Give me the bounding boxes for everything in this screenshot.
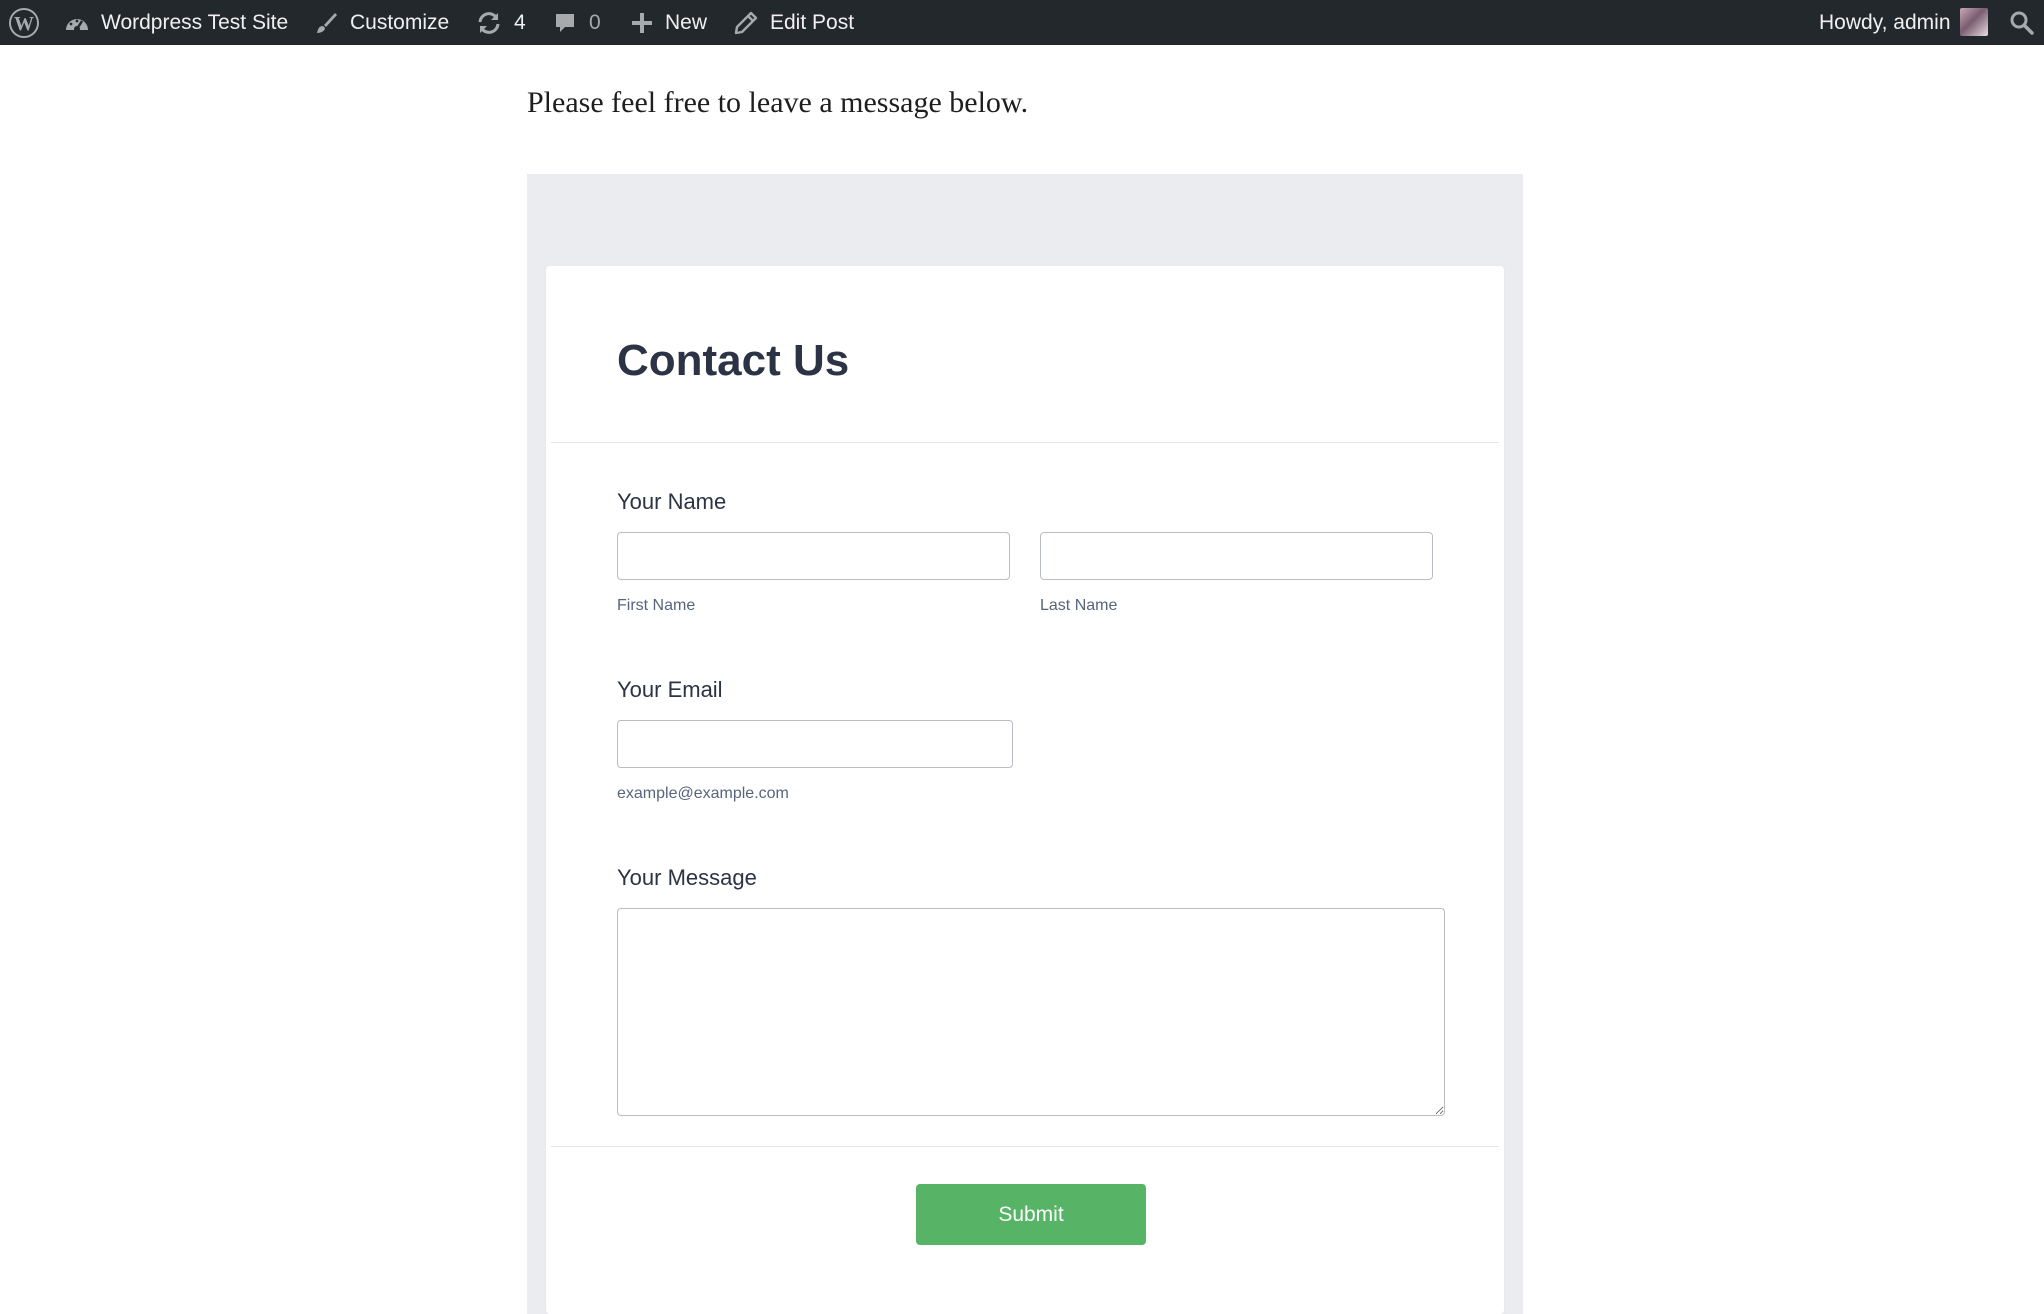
footer-divider: [551, 1146, 1499, 1147]
wordpress-logo-icon[interactable]: W: [8, 0, 40, 45]
first-name-sublabel: First Name: [617, 597, 696, 614]
customize-link[interactable]: Customize: [313, 0, 449, 45]
header-divider: [551, 442, 1499, 443]
updates-link[interactable]: 4: [476, 0, 526, 45]
message-textarea[interactable]: [617, 908, 1445, 1116]
brush-icon: [313, 10, 339, 36]
my-account-link[interactable]: Howdy, admin: [1819, 0, 1951, 45]
email-input[interactable]: [617, 720, 1013, 768]
form-title: Contact Us: [617, 336, 850, 385]
site-name-label: Wordpress Test Site: [101, 10, 289, 34]
refresh-icon: [476, 11, 502, 35]
comment-icon: [553, 11, 577, 35]
name-label: Your Name: [617, 489, 727, 514]
dashboard-icon: [64, 12, 90, 34]
submit-button[interactable]: Submit: [916, 1184, 1146, 1245]
customize-label: Customize: [350, 10, 450, 34]
email-label: Your Email: [617, 677, 723, 702]
email-sublabel: example@example.com: [617, 785, 789, 802]
comments-count: 0: [589, 10, 601, 34]
edit-post-link[interactable]: Edit Post: [734, 0, 854, 45]
updates-count: 4: [514, 10, 526, 34]
pencil-icon: [734, 11, 758, 35]
last-name-input[interactable]: [1040, 532, 1433, 580]
site-name-link[interactable]: Wordpress Test Site: [64, 0, 288, 45]
contact-form: Contact Us Your Name First Name Last Nam…: [546, 266, 1504, 1314]
admin-bar: W Wordpress Test Site Customize 4 0 New …: [0, 0, 2044, 45]
search-icon[interactable]: [2009, 0, 2035, 45]
intro-text: Please feel free to leave a message belo…: [527, 86, 1029, 119]
last-name-sublabel: Last Name: [1040, 597, 1118, 614]
new-content-link[interactable]: New: [631, 0, 707, 45]
svg-text:W: W: [14, 13, 34, 35]
plus-icon: [631, 12, 653, 34]
message-label: Your Message: [617, 865, 757, 890]
new-label: New: [665, 10, 708, 34]
avatar[interactable]: [1960, 8, 1988, 36]
greeting-label: Howdy, admin: [1819, 10, 1951, 34]
comments-link[interactable]: 0: [553, 0, 601, 45]
edit-post-label: Edit Post: [770, 10, 855, 34]
first-name-input[interactable]: [617, 532, 1010, 580]
